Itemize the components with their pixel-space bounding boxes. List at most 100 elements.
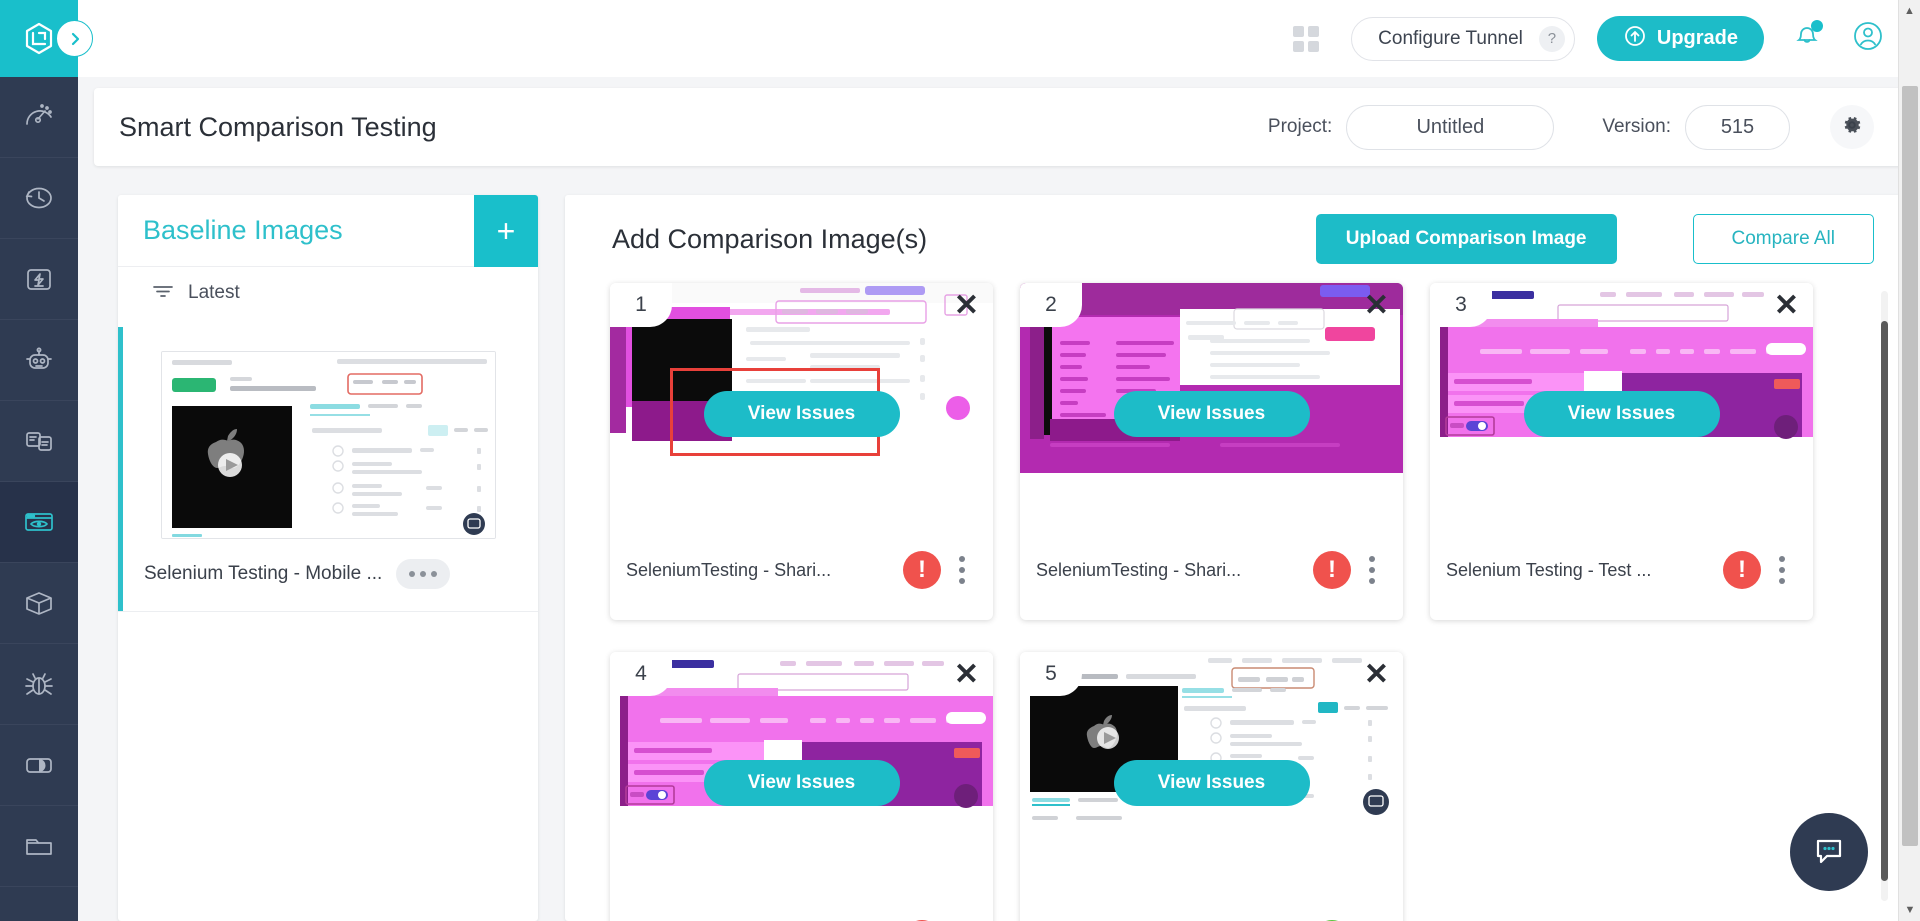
user-account-icon[interactable] [1850,18,1886,59]
comparison-panel-header: Add Comparison Image(s) Upload Compariso… [565,195,1904,283]
card-label: SeleniumTesting - Shari... [626,559,832,580]
remove-card-button[interactable]: ✕ [1364,291,1389,321]
sidebar-item-visual-compare[interactable] [0,725,78,806]
left-icon-rail [0,0,78,921]
sidebar-item-smart-visual-testing[interactable] [0,482,78,563]
version-label: Version: [1602,116,1671,137]
baseline-item-row: Selenium Testing - Mobile ... [118,539,538,589]
tunnel-help-icon[interactable]: ? [1538,25,1565,52]
folder-icon [22,829,56,863]
view-issues-button[interactable]: View Issues [1113,391,1310,437]
scroll-down-arrow-icon[interactable]: ▼ [1899,899,1920,921]
card-footer: SeleniumTesting - Shari... ! [1020,520,1403,620]
notification-dot [1811,20,1823,32]
browser-scrollbar-thumb[interactable] [1902,86,1918,846]
view-issues-button[interactable]: View Issues [1113,760,1310,806]
baseline-thumbnail[interactable] [160,351,496,539]
page-header: Smart Comparison Testing Project: Untitl… [94,88,1904,166]
card-label: SeleniumTesting - Shari... [1036,559,1242,580]
card-index-badge: 4 [610,652,672,696]
card-index-badge: 2 [1020,283,1082,327]
card-label: Selenium Testing - Test ... [1446,559,1652,580]
card-footer: Selenium Testing - Test ... ! [610,889,993,921]
project-label: Project: [1267,116,1333,137]
comparison-card[interactable]: 4 ✕ View Issues Selenium Testing - Test … [610,652,993,921]
sidebar-item-integrations[interactable] [0,563,78,644]
gear-icon [1841,114,1863,141]
status-badge[interactable]: ! [1723,551,1761,589]
sidebar-item-automation[interactable] [0,320,78,401]
sidebar-item-dashboard[interactable] [0,77,78,158]
lightning-browser-icon [22,262,56,296]
baseline-item-label: Selenium Testing - Mobile ... [144,563,383,584]
status-badge[interactable]: ! [1313,551,1351,589]
page-header-controls: Project: Untitled Version: 515 [1267,104,1874,150]
configure-tunnel-label: Configure Tunnel [1378,27,1523,49]
configure-tunnel-button[interactable]: Configure Tunnel ? [1351,16,1575,61]
scroll-up-arrow-icon[interactable]: ▲ [1899,0,1920,22]
project-selector[interactable]: Untitled [1346,104,1555,150]
card-footer: Selenium Testing - Mob... ✔ [1020,889,1403,921]
baseline-panel-header: Baseline Images + [118,195,538,267]
sidebar-item-files[interactable] [0,806,78,887]
sidebar-item-realtime[interactable] [0,239,78,320]
card-menu-button[interactable] [949,556,975,584]
grid-apps-icon[interactable] [1293,25,1320,52]
upload-comparison-image-button[interactable]: Upload Comparison Image [1315,214,1617,264]
page-title: Smart Comparison Testing [119,111,437,142]
version-selector[interactable]: 515 [1685,104,1790,150]
bug-icon [22,667,56,701]
compare-all-button[interactable]: Compare All [1692,214,1874,264]
view-issues-button[interactable]: View Issues [1523,391,1720,437]
comparison-panel-title: Add Comparison Image(s) [612,223,928,254]
comparison-images-panel: Add Comparison Image(s) Upload Compariso… [565,195,1904,921]
upgrade-label: Upgrade [1656,27,1738,49]
remove-card-button[interactable]: ✕ [1774,291,1799,321]
eye-browser-icon [22,505,56,539]
card-footer: Selenium Testing - Test ... ! [1430,520,1813,620]
sidebar-collapse-toggle[interactable] [56,20,93,57]
remove-card-button[interactable]: ✕ [954,660,979,690]
comparison-card[interactable]: 3 ✕ View Issues Selenium Testing - Test … [1430,283,1813,620]
upgrade-button[interactable]: Upgrade [1596,16,1764,61]
comparison-card[interactable]: 5 ✕ View Issues Selenium Testing - Mob..… [1020,652,1403,921]
package-box-icon [22,586,56,620]
notification-bell-icon[interactable] [1790,19,1824,58]
support-chat-button[interactable] [1790,813,1868,891]
top-navigation-bar: Configure Tunnel ? Upgrade [78,0,1920,77]
view-issues-button[interactable]: View Issues [703,760,900,806]
settings-button[interactable] [1830,105,1874,149]
sidebar-item-history[interactable] [0,158,78,239]
remove-card-button[interactable]: ✕ [954,291,979,321]
comparison-cards-scroll-area[interactable]: 1 ✕ View Issues SeleniumTesting - Shari.… [565,283,1904,921]
baseline-item-menu-button[interactable] [396,559,451,589]
contrast-circle-icon [22,748,56,782]
card-index-badge: 3 [1430,283,1492,327]
card-menu-button[interactable] [1359,556,1385,584]
browser-scrollbar[interactable]: ▲ ▼ [1898,0,1920,921]
speedometer-icon [22,100,56,134]
scrollbar-thumb[interactable] [1881,321,1888,881]
filter-icon [152,282,174,305]
add-baseline-button[interactable]: + [474,195,538,267]
clock-history-icon [22,181,56,215]
card-footer: SeleniumTesting - Shari... ! [610,520,993,620]
upgrade-arrow-icon [1623,24,1647,54]
comparison-panel-scrollbar[interactable] [1881,291,1888,901]
comparison-card[interactable]: 2 ✕ View Issues SeleniumTesting - Shari.… [1020,283,1403,620]
baseline-list-item[interactable]: Selenium Testing - Mobile ... [118,327,538,612]
status-badge[interactable]: ! [903,551,941,589]
sidebar-item-reports[interactable] [0,401,78,482]
baseline-images-panel: Baseline Images + Latest Selenium Testin… [118,195,538,921]
robot-icon [22,343,56,377]
documents-icon [22,424,56,458]
baseline-panel-title: Baseline Images [143,215,343,245]
remove-card-button[interactable]: ✕ [1364,660,1389,690]
comparison-card[interactable]: 1 ✕ View Issues SeleniumTesting - Shari.… [610,283,993,620]
view-issues-button[interactable]: View Issues [703,391,900,437]
card-index-badge: 1 [610,283,672,327]
sidebar-item-bug-tracker[interactable] [0,644,78,725]
baseline-sort-filter[interactable]: Latest [118,267,538,319]
card-menu-button[interactable] [1769,556,1795,584]
comparison-cards-grid: 1 ✕ View Issues SeleniumTesting - Shari.… [610,283,1864,921]
